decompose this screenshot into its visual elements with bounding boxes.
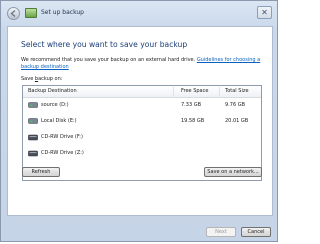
column-header-destination[interactable]: Backup Destination — [28, 88, 77, 94]
table-header: Backup Destination Free Space Total Size — [23, 86, 261, 98]
column-divider[interactable] — [219, 87, 220, 96]
cd-drive-icon — [28, 150, 38, 157]
close-button[interactable]: ✕ — [257, 6, 272, 19]
hard-drive-icon — [28, 118, 38, 124]
cd-drive-icon — [28, 134, 38, 141]
back-arrow-icon[interactable] — [7, 7, 20, 20]
page-heading: Select where you want to save your backu… — [21, 40, 188, 49]
title-bar: Set up backup ✕ — [1, 1, 277, 27]
next-button[interactable]: Next — [206, 227, 236, 237]
row-name: Local Disk (E:) — [41, 118, 77, 124]
backup-window: Set up backup ✕ Select where you want to… — [0, 0, 278, 242]
close-icon: ✕ — [261, 8, 268, 17]
table-row[interactable]: Local Disk (E:) 19.58 GB 20.01 GB — [23, 115, 261, 128]
save-label-prefix: Save — [21, 76, 35, 82]
column-divider[interactable] — [173, 87, 174, 96]
column-header-total-size[interactable]: Total Size — [225, 88, 249, 94]
save-backup-on-label: Save backup on: — [21, 76, 62, 82]
row-total-size: 9.76 GB — [225, 102, 246, 108]
save-on-network-button[interactable]: Save on a network... — [204, 167, 262, 177]
description-text: We recommend that you save your backup o… — [21, 57, 196, 63]
row-free-space: 19.58 GB — [181, 118, 205, 124]
save-label-suffix: ackup on: — [38, 76, 63, 82]
hard-drive-icon — [28, 102, 38, 108]
content-panel: Select where you want to save your backu… — [7, 26, 273, 216]
description: We recommend that you save your backup o… — [21, 57, 267, 71]
table-row[interactable]: CD-RW Drive (Z:) — [23, 147, 261, 160]
row-name: CD-RW Drive (Z:) — [41, 150, 84, 156]
row-total-size: 20.01 GB — [225, 118, 249, 124]
window-title: Set up backup — [41, 9, 84, 16]
table-row[interactable]: source (D:) 7.33 GB 9.76 GB — [23, 99, 261, 112]
table-row[interactable]: CD-RW Drive (F:) — [23, 131, 261, 144]
row-name: CD-RW Drive (F:) — [41, 134, 83, 140]
column-header-free-space[interactable]: Free Space — [181, 88, 208, 94]
row-free-space: 7.33 GB — [181, 102, 202, 108]
cancel-button[interactable]: Cancel — [241, 227, 271, 237]
backup-app-icon — [25, 8, 37, 18]
row-name: source (D:) — [41, 102, 69, 108]
refresh-button[interactable]: Refresh — [22, 167, 60, 177]
